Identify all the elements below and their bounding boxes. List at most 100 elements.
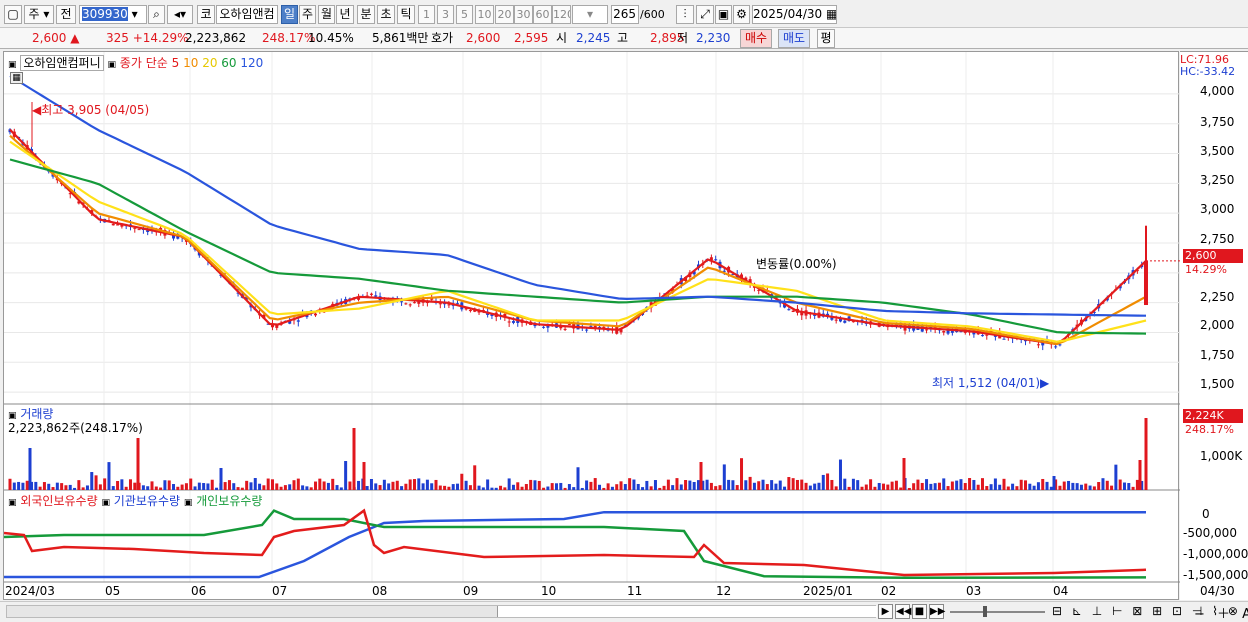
candle-body [111, 223, 115, 226]
sound-icon[interactable]: ◂▾ [167, 5, 193, 24]
volume-bar [34, 481, 38, 490]
volume-bar [1041, 478, 1045, 490]
volume-bar [602, 487, 606, 490]
custom-period-select[interactable]: ▾ [572, 5, 608, 24]
volume-bar [709, 482, 713, 490]
forward-icon[interactable]: ▶▶ [929, 604, 945, 619]
num-5[interactable]: 5 [456, 5, 473, 24]
volume-bar [628, 478, 632, 490]
volume-bar [671, 485, 675, 490]
volume-bar [649, 486, 653, 490]
period-second[interactable]: 초 [377, 5, 395, 24]
volume-bar [357, 480, 361, 490]
volume-bar [886, 484, 890, 490]
volume-bar [253, 478, 257, 490]
num-60[interactable]: 60 [533, 5, 552, 24]
volume-bar [507, 478, 511, 490]
volume-bar [417, 478, 421, 490]
market-code-button[interactable]: 코 [197, 5, 215, 24]
gear-icon[interactable]: ⚙ [733, 5, 750, 24]
code-input[interactable]: 309930 ▾ [79, 5, 147, 24]
volume-tag-pct: 248.17% [1185, 423, 1234, 436]
save-icon[interactable]: ▣ [715, 5, 732, 24]
volume-bar [468, 485, 472, 490]
draw-icon[interactable]: ⤢ [696, 5, 714, 24]
volume-bar [456, 483, 460, 490]
play-icon[interactable]: ▶ [878, 604, 893, 619]
zoom-controls-icon[interactable]: − ＋ A [1194, 603, 1248, 622]
volume-bar [1088, 485, 1092, 490]
volume-bar [309, 487, 313, 490]
volume-bar [653, 480, 657, 490]
eval-button[interactable]: 평 [817, 29, 835, 48]
volume-bar [227, 480, 231, 490]
zoom-slider[interactable] [950, 606, 1045, 617]
volume-bar [296, 478, 300, 490]
volume-bar [206, 483, 210, 490]
candle-icon[interactable]: ⫶ [676, 5, 694, 24]
volume-bar [998, 484, 1002, 490]
volume-bar [460, 473, 464, 490]
count-input[interactable]: 265 [611, 5, 639, 24]
volume-bar [808, 485, 812, 490]
candle-body [1002, 338, 1006, 340]
volume-bar [146, 486, 150, 490]
period-tick[interactable]: 틱 [397, 5, 415, 24]
volume-bar [176, 486, 180, 490]
turnover: 10.45% [308, 31, 354, 45]
volume-bar [1002, 478, 1006, 490]
volume-bar [1024, 480, 1028, 490]
holder-tick: -1,000,000 [1183, 547, 1248, 561]
price-tick: 2,750 [1200, 232, 1235, 246]
volume-bar [679, 484, 683, 490]
num-10[interactable]: 10 [475, 5, 494, 24]
buy-button[interactable]: 매수 [740, 29, 772, 48]
num-1[interactable]: 1 [418, 5, 435, 24]
period-minute[interactable]: 분 [357, 5, 375, 24]
volume-bar [154, 486, 158, 490]
price-tag-pct: 14.29% [1185, 263, 1227, 276]
volume-bar [335, 485, 339, 490]
volume-bar [851, 478, 855, 490]
volume-bar [813, 483, 817, 490]
volume-bar [28, 448, 32, 490]
num-20[interactable]: 20 [495, 5, 514, 24]
volume-bar [42, 482, 46, 490]
scroll-thumb[interactable] [497, 606, 877, 617]
market-select[interactable]: 주 ▾ [24, 5, 54, 24]
table-icon[interactable]: ▦ [10, 72, 23, 84]
volume-bar [937, 482, 941, 490]
period-month[interactable]: 월 [318, 5, 335, 24]
volume-bar [77, 480, 81, 490]
search-icon[interactable]: ⌕ [148, 5, 165, 24]
period-year[interactable]: 년 [336, 5, 354, 24]
volume-bar [580, 487, 584, 490]
sell-button[interactable]: 매도 [778, 29, 810, 48]
candle-body [1054, 346, 1058, 348]
volume-bar [25, 480, 29, 490]
volume-bar [477, 485, 481, 490]
scroll-track[interactable] [6, 605, 877, 618]
candle-body [369, 293, 373, 295]
period-day[interactable]: 일 [281, 5, 298, 24]
volume-bar [877, 482, 881, 490]
period-week[interactable]: 주 [299, 5, 316, 24]
date-input[interactable]: 2025/04/30 ▦ [752, 5, 837, 24]
num-30[interactable]: 30 [514, 5, 533, 24]
mode-button[interactable]: 전 [56, 5, 76, 24]
stop-icon[interactable]: ■ [912, 604, 927, 619]
rewind-icon[interactable]: ◀◀ [895, 604, 911, 619]
candle-body [137, 229, 141, 231]
window-icon[interactable]: ▢ [4, 5, 22, 24]
chart-panel[interactable]: ▣ 오하임앤컴퍼니 ▣ 종가 단순 5 10 20 60 120 ▦ ◀최고 3… [3, 51, 1180, 600]
num-3[interactable]: 3 [437, 5, 454, 24]
candle-body [542, 326, 546, 328]
x-label: 03 [966, 584, 982, 598]
volume-bar [12, 482, 16, 490]
volume-bar [124, 486, 128, 490]
volume-bar [1110, 485, 1114, 490]
candle-body [447, 304, 451, 306]
volume-bar [950, 481, 954, 490]
num-120[interactable]: 120 [552, 5, 571, 24]
zoom-slider-handle[interactable] [983, 606, 987, 617]
